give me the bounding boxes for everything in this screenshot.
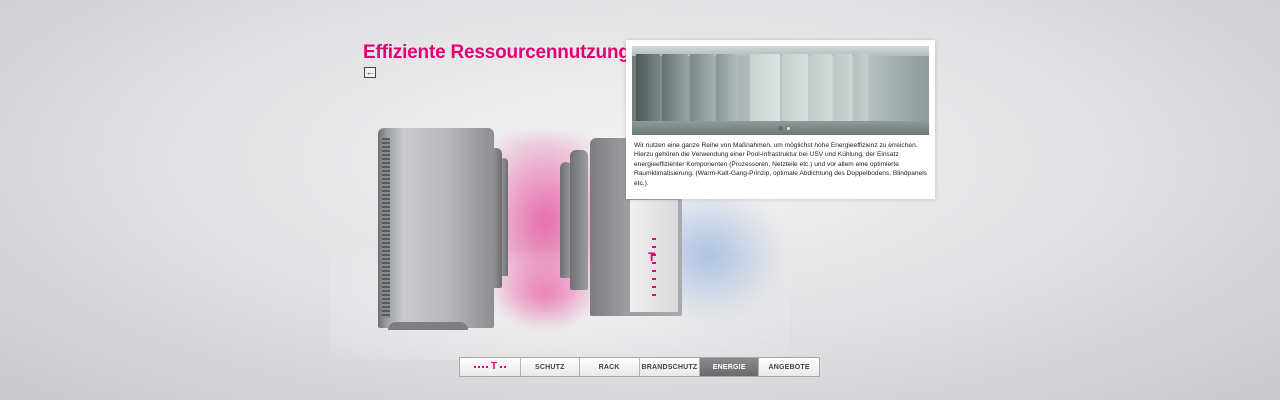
logo-dot <box>499 366 502 368</box>
telekom-t-icon: T <box>648 250 656 264</box>
gallery-dot[interactable] <box>786 126 791 131</box>
gallery-pagination <box>778 126 791 131</box>
info-panel: Wir nutzen eine ganze Reihe von Maßnahme… <box>626 40 935 199</box>
logo-dot <box>481 366 484 368</box>
logo-t: T <box>490 361 497 372</box>
server-rack <box>570 150 588 290</box>
page-title: Effiziente Ressourcennutzung <box>363 42 630 63</box>
stage: T Effiziente Ressourcennutzung ← Wir nut… <box>0 0 1280 400</box>
back-button[interactable]: ← <box>364 67 376 78</box>
nav-item-brandschutz[interactable]: BRANDSCHUTZ <box>639 358 701 376</box>
rack-foot <box>388 322 468 330</box>
nav-item-energie[interactable]: ENERGIE <box>700 358 760 376</box>
logo-dot <box>477 366 480 368</box>
logo-dot <box>503 366 506 368</box>
gallery-dot[interactable] <box>778 126 783 131</box>
server-rack-left <box>378 128 494 330</box>
nav-item-rack[interactable]: RACK <box>579 358 640 376</box>
arrow-left-icon: ← <box>365 67 375 77</box>
bottom-navigation: T SCHUTZ RACK BRANDSCHUTZ ENERGIE ANGEBO… <box>459 357 820 377</box>
datacenter-photo <box>632 46 929 135</box>
nav-item-schutz[interactable]: SCHUTZ <box>520 358 580 376</box>
logo-dot <box>473 366 476 368</box>
info-text: Wir nutzen eine ganze Reihe von Maßnahme… <box>634 142 927 187</box>
telekom-logo-icon[interactable]: T <box>460 358 521 376</box>
brand-dots <box>652 238 656 298</box>
logo-dot <box>485 366 488 368</box>
nav-item-angebote[interactable]: ANGEBOTE <box>759 358 819 376</box>
